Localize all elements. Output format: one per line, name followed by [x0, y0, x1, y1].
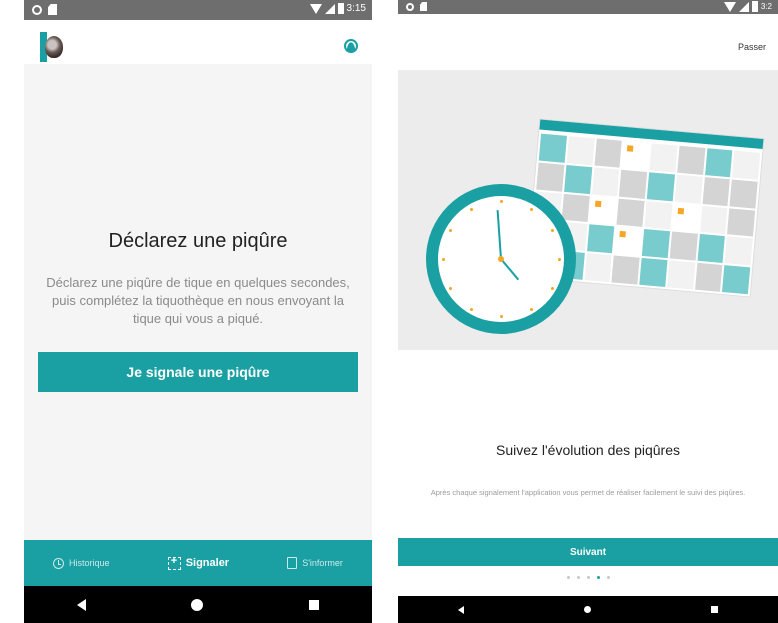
scan-add-icon: [167, 555, 181, 570]
notification-icon: [406, 2, 414, 11]
main-content: Déclarez une piqûre Déclarez une piqûre …: [24, 64, 372, 540]
back-icon[interactable]: [458, 605, 464, 614]
page-dot-active[interactable]: [596, 576, 600, 579]
nav-item-history[interactable]: Historique: [53, 557, 110, 569]
system-navigation-bar: [24, 586, 372, 623]
home-icon[interactable]: [191, 598, 204, 611]
status-bar: 3:15: [24, 0, 372, 20]
page-dot[interactable]: [576, 576, 580, 579]
onboarding-description: Après chaque signalement l'application v…: [430, 488, 746, 497]
history-icon: [53, 557, 65, 569]
phone-screen-declare: 3:15 Déclarez une piqûre Déclarez une pi…: [24, 0, 372, 623]
nav-item-report[interactable]: Signaler: [167, 555, 230, 570]
signal-icon: [324, 3, 335, 14]
status-time: 3:15: [346, 3, 366, 14]
signal-icon: [738, 1, 749, 12]
nav-item-learn[interactable]: S'informer: [287, 557, 343, 569]
home-icon[interactable]: [584, 606, 591, 613]
back-icon[interactable]: [76, 598, 86, 611]
phone-screen-onboarding: 3:2 Passer Suivez l'évolution des piqûre…: [398, 0, 778, 623]
sim-icon: [48, 4, 57, 15]
recent-apps-icon[interactable]: [711, 606, 718, 613]
sim-icon: [420, 2, 427, 11]
recent-apps-icon[interactable]: [309, 599, 320, 610]
page-dot[interactable]: [586, 576, 590, 579]
wifi-icon: [309, 3, 322, 14]
page-description: Déclarez une piqûre de tique en quelques…: [46, 275, 350, 326]
nav-item-label: Signaler: [185, 557, 230, 569]
status-bar: 3:2: [398, 0, 778, 14]
app-logo: [40, 32, 63, 62]
report-bite-button[interactable]: Je signale une piqûre: [38, 352, 358, 392]
tick-logo-icon: [45, 36, 63, 58]
book-icon: [287, 557, 298, 569]
next-button[interactable]: Suivant: [398, 538, 778, 566]
clock-icon: [426, 184, 576, 334]
calendar-clock-illustration: [398, 70, 778, 350]
battery-icon: [751, 1, 758, 12]
notification-icon: [32, 4, 42, 15]
app-bar: [24, 20, 372, 64]
battery-icon: [337, 3, 344, 14]
pagination-dots: [398, 576, 778, 579]
page-dot[interactable]: [606, 576, 610, 579]
page-title: Déclarez une piqûre: [108, 230, 288, 252]
skip-button[interactable]: Passer: [738, 42, 766, 52]
system-navigation-bar: [398, 596, 778, 623]
wifi-icon: [723, 1, 736, 12]
page-dot[interactable]: [566, 576, 570, 579]
nav-item-label: Historique: [69, 558, 110, 568]
bottom-navigation: Historique Signaler S'informer: [24, 540, 372, 586]
status-time: 3:2: [760, 2, 772, 11]
nav-item-label: S'informer: [302, 558, 343, 568]
onboarding-title: Suivez l'évolution des piqûres: [495, 442, 680, 458]
account-icon[interactable]: [344, 39, 358, 53]
